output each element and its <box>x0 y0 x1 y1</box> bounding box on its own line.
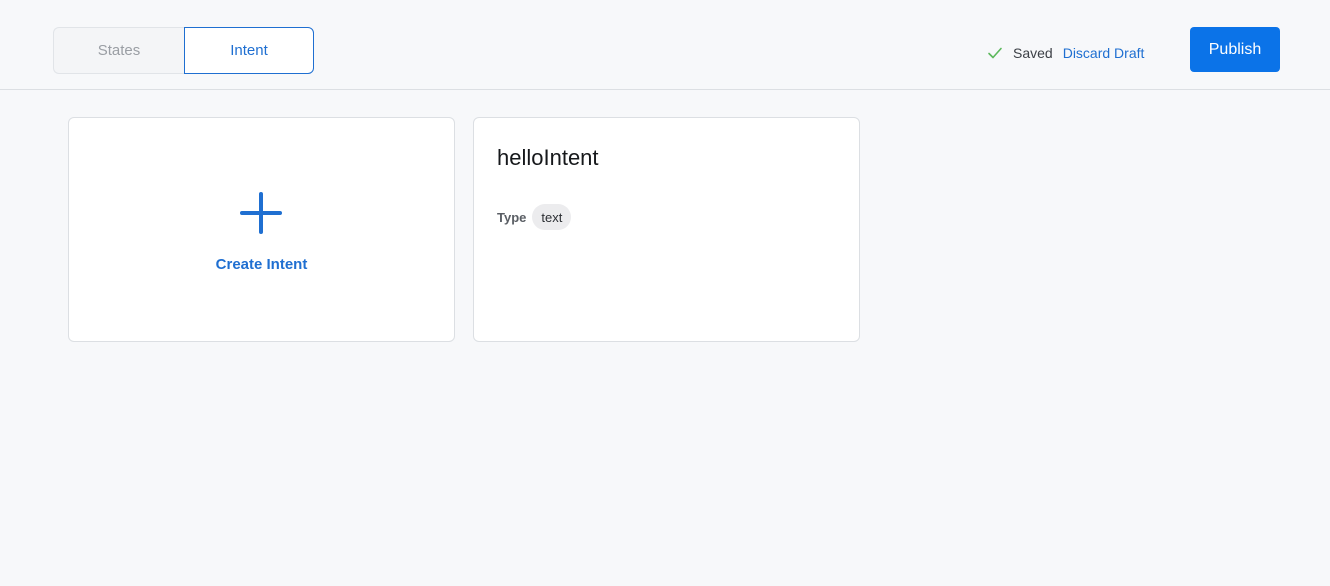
create-intent-card[interactable]: Create Intent <box>68 117 455 342</box>
intent-type-row: Type text <box>497 204 572 230</box>
tab-intent[interactable]: Intent <box>184 27 314 74</box>
saved-label: Saved <box>1013 45 1053 61</box>
discard-draft-link[interactable]: Discard Draft <box>1063 45 1145 61</box>
publish-button[interactable]: Publish <box>1190 27 1280 72</box>
type-badge: text <box>532 204 572 230</box>
top-toolbar: States Intent Saved Discard Draft Publis… <box>0 0 1330 90</box>
type-label: Type <box>497 209 527 225</box>
tab-states[interactable]: States <box>53 27 184 74</box>
intent-name: helloIntent <box>497 145 599 170</box>
create-intent-label: Create Intent <box>215 256 308 273</box>
save-status: Saved Discard Draft <box>987 44 1144 62</box>
view-tabs: States Intent <box>53 27 314 74</box>
check-icon <box>987 45 1003 61</box>
intent-card[interactable]: helloIntent Type text <box>473 117 860 342</box>
plus-icon <box>240 192 282 234</box>
